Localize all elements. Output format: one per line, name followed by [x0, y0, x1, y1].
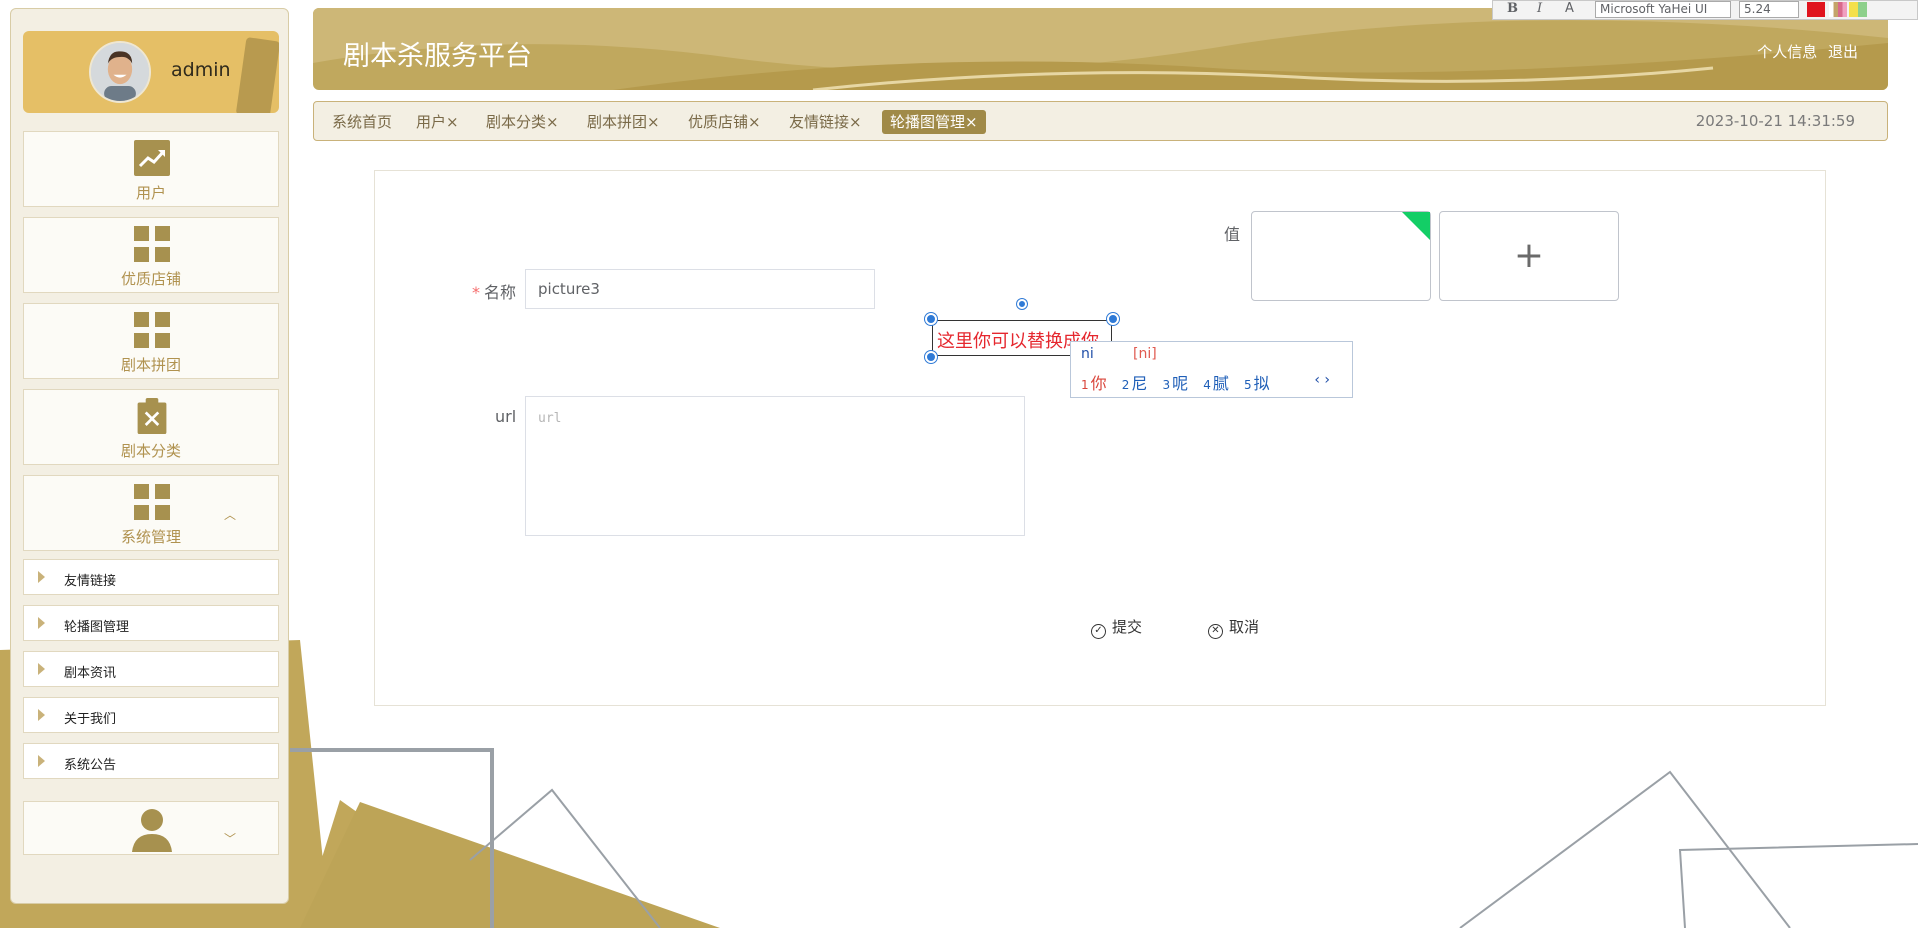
- avatar: [89, 41, 151, 103]
- ime-candidate-window: ni [ni] 1你 2尼 3呢 4腻 5拟 ‹ ›: [1070, 341, 1353, 398]
- submenu-label: 友情链接: [64, 574, 117, 589]
- ime-candidate[interactable]: 4腻: [1203, 370, 1229, 394]
- sidebar-item-label: 优质店铺: [120, 270, 181, 288]
- tab-bar: 系统首页 用户× 剧本分类× 剧本拼团× 优质店铺× 友情链接× 轮播图管理× …: [313, 101, 1888, 141]
- chevron-down-icon[interactable]: ﹀: [224, 830, 236, 847]
- sidebar-item-shops[interactable]: 优质店铺: [23, 217, 279, 293]
- uploaded-image-preview[interactable]: [1251, 211, 1431, 301]
- chevron-up-icon[interactable]: ︿: [224, 506, 236, 523]
- submenu-label: 剧本资讯: [64, 666, 117, 681]
- trend-chart-icon: [134, 140, 170, 176]
- submenu-label: 轮播图管理: [64, 620, 130, 635]
- sidebar-item-person[interactable]: ﹀: [23, 801, 279, 855]
- sidebar-item-group[interactable]: 剧本拼团: [23, 303, 279, 379]
- italic-button[interactable]: I: [1537, 1, 1542, 16]
- tab-carousel-active[interactable]: 轮播图管理×: [882, 110, 986, 134]
- submenu-item-news[interactable]: 剧本资讯: [23, 651, 279, 687]
- close-circle-icon: ✕: [1208, 624, 1223, 639]
- sidebar-item-label: 剧本拼团: [120, 356, 181, 374]
- ime-pinyin: [ni]: [1133, 346, 1157, 362]
- cancel-button[interactable]: ✕ 取消: [1208, 616, 1259, 639]
- profile-name: admin: [171, 59, 231, 81]
- resize-handle-top-left[interactable]: [925, 313, 937, 325]
- ime-candidate[interactable]: 5拟: [1244, 370, 1270, 394]
- caret-right-icon: [38, 709, 45, 721]
- font-family-select[interactable]: Microsoft YaHei UI: [1595, 1, 1731, 18]
- upload-add-button[interactable]: +: [1439, 211, 1619, 301]
- sidebar: admin 用户 优质店铺 剧本拼团 剧本分类 系统管理 ︿ 友情链接 轮播图管…: [10, 8, 289, 904]
- sidebar-item-user[interactable]: 用户: [23, 131, 279, 207]
- grid-icon: [134, 312, 170, 348]
- submenu-item-about[interactable]: 关于我们: [23, 697, 279, 733]
- ime-page-nav[interactable]: ‹ ›: [1314, 372, 1330, 388]
- carousel-form: * 名称 picture3 值 + url url ✓ 提交 ✕ 取消: [374, 170, 1826, 706]
- app-title: 剧本杀服务平台: [343, 41, 532, 72]
- tab-user[interactable]: 用户×: [416, 110, 459, 134]
- ime-candidate[interactable]: 1你: [1081, 370, 1107, 394]
- tab-home[interactable]: 系统首页: [332, 110, 392, 134]
- sidebar-item-label: 用户: [135, 184, 166, 202]
- text-format-toolbar: B I A Microsoft YaHei UI 5.24: [1492, 0, 1918, 20]
- url-textarea[interactable]: url: [525, 396, 1025, 536]
- color-swatch-red[interactable]: [1807, 2, 1825, 17]
- header-banner: 剧本杀服务平台 个人信息 退出: [313, 8, 1888, 90]
- sidebar-item-label: 系统管理: [120, 528, 181, 546]
- grid-icon: [134, 484, 170, 520]
- user-profile[interactable]: admin: [23, 31, 279, 113]
- submenu-item-carousel[interactable]: 轮播图管理: [23, 605, 279, 641]
- sidebar-item-label: 剧本分类: [120, 442, 181, 460]
- name-input[interactable]: picture3: [525, 269, 875, 309]
- caret-right-icon: [38, 755, 45, 767]
- logout-link[interactable]: 退出: [1828, 43, 1858, 61]
- ime-composition: ni: [1081, 346, 1094, 362]
- caret-right-icon: [38, 617, 45, 629]
- profile-tab-decoration: [235, 37, 279, 113]
- font-size-select[interactable]: 5.24: [1739, 1, 1799, 18]
- submenu-label: 系统公告: [64, 758, 117, 773]
- upload-success-corner: [1402, 212, 1430, 240]
- color-palette-2[interactable]: [1849, 2, 1867, 17]
- ime-candidate[interactable]: 2尼: [1122, 370, 1148, 394]
- ime-candidates: 1你 2尼 3呢 4腻 5拟: [1081, 370, 1280, 394]
- header-links: 个人信息 退出: [1751, 41, 1858, 62]
- name-field-label: * 名称: [472, 283, 517, 302]
- caret-right-icon: [38, 663, 45, 675]
- check-circle-icon: ✓: [1091, 624, 1106, 639]
- tab-category[interactable]: 剧本分类×: [486, 110, 559, 134]
- sidebar-item-system[interactable]: 系统管理 ︿: [23, 475, 279, 551]
- color-palette[interactable]: [1829, 2, 1847, 17]
- url-field-label: url: [495, 407, 517, 426]
- ime-candidate[interactable]: 3呢: [1163, 370, 1189, 394]
- grid-icon: [134, 226, 170, 262]
- submenu-label: 关于我们: [64, 712, 117, 727]
- tab-shops[interactable]: 优质店铺×: [688, 110, 761, 134]
- tab-links[interactable]: 友情链接×: [789, 110, 862, 134]
- bold-button[interactable]: B: [1507, 1, 1518, 16]
- datetime-display: 2023-10-21 14:31:59: [1695, 112, 1855, 130]
- submenu-item-notice[interactable]: 系统公告: [23, 743, 279, 779]
- font-icon[interactable]: A: [1565, 1, 1574, 16]
- profile-link[interactable]: 个人信息: [1757, 43, 1817, 61]
- plus-icon: +: [1513, 235, 1545, 276]
- submit-button[interactable]: ✓ 提交: [1091, 616, 1142, 639]
- resize-handle-bottom-left[interactable]: [925, 351, 937, 363]
- required-mark: *: [472, 283, 480, 302]
- submenu-item-links[interactable]: 友情链接: [23, 559, 279, 595]
- caret-right-icon: [38, 571, 45, 583]
- tab-group[interactable]: 剧本拼团×: [587, 110, 660, 134]
- value-field-label: 值: [1224, 225, 1241, 244]
- header-wave-decoration: [313, 8, 1888, 90]
- delete-handle[interactable]: [1107, 313, 1119, 325]
- clipboard-x-icon: [137, 398, 167, 434]
- person-icon: [132, 809, 172, 852]
- sidebar-item-category[interactable]: 剧本分类: [23, 389, 279, 465]
- rotate-handle[interactable]: [1017, 299, 1027, 309]
